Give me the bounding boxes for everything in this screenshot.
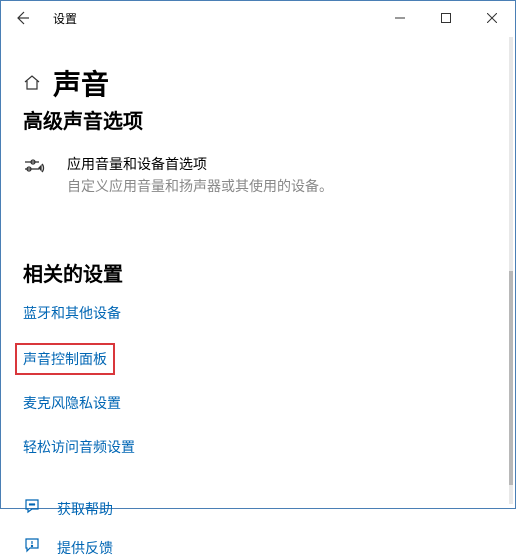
app-volume-setting[interactable]: 应用音量和设备首选项 自定义应用音量和扬声器或其使用的设备。: [23, 154, 493, 196]
feedback-icon: [23, 536, 43, 559]
window-title: 设置: [53, 10, 77, 27]
scrollbar-thumb[interactable]: [509, 271, 513, 486]
link-sound-control-panel[interactable]: 声音控制面板: [15, 343, 115, 375]
close-button[interactable]: [469, 3, 515, 33]
app-volume-title: 应用音量和设备首选项: [67, 154, 333, 174]
scrollbar[interactable]: [509, 37, 513, 504]
maximize-button[interactable]: [423, 3, 469, 33]
link-bluetooth-devices[interactable]: 蓝牙和其他设备: [23, 303, 493, 323]
link-ease-of-access-audio[interactable]: 轻松访问音频设置: [23, 437, 493, 457]
related-settings-heading: 相关的设置: [23, 258, 493, 287]
back-button[interactable]: [7, 3, 37, 33]
minimize-icon: [395, 13, 405, 23]
section-heading-advanced: 高级声音选项: [23, 105, 493, 134]
link-microphone-privacy[interactable]: 麦克风隐私设置: [23, 393, 493, 413]
sliders-icon: [23, 156, 53, 196]
page-title: 声音: [53, 63, 109, 103]
home-icon[interactable]: [23, 73, 41, 96]
give-feedback-link[interactable]: 提供反馈: [23, 536, 493, 559]
close-icon: [487, 13, 497, 23]
minimize-button[interactable]: [377, 3, 423, 33]
maximize-icon: [441, 13, 451, 23]
arrow-left-icon: [14, 10, 30, 26]
app-volume-subtitle: 自定义应用音量和扬声器或其使用的设备。: [67, 176, 333, 196]
give-feedback-label: 提供反馈: [57, 538, 113, 558]
